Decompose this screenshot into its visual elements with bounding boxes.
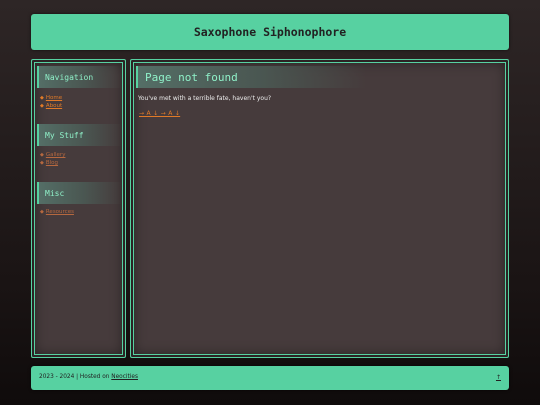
footer-text: 2023 - 2024 | Hosted on Neocities — [39, 374, 138, 380]
diamond-bullet-icon: ◆ — [40, 209, 44, 215]
diamond-bullet-icon: ◆ — [40, 152, 44, 158]
sidebar-item-label: Blog — [45, 160, 59, 166]
sidebar-item-resources[interactable]: ◆ Resources — [40, 209, 74, 215]
diamond-bullet-icon: ◆ — [40, 103, 44, 109]
sidebar-item-label: Home — [45, 95, 63, 101]
footer-copyright: 2023 - 2024 | Hosted on — [39, 374, 112, 380]
sidebar-item-gallery[interactable]: ◆ Gallery — [40, 152, 65, 158]
site-footer: 2023 - 2024 | Hosted on Neocities ↑ — [31, 366, 509, 390]
sidebar-item-about[interactable]: ◆ About — [40, 103, 62, 109]
main-content: Page not found You've met with a terribl… — [130, 59, 509, 358]
home-link[interactable]: → A ↓ → A ↓ — [139, 110, 180, 117]
back-to-top-link[interactable]: ↑ — [496, 374, 501, 381]
sidebar-heading-navigation: Navigation — [37, 66, 122, 88]
sidebar: Navigation ◆ Home ◆ About My Stuff ◆ Gal… — [31, 59, 126, 358]
diamond-bullet-icon: ◆ — [40, 95, 44, 101]
page-title: Page not found — [136, 66, 366, 88]
sidebar-item-label: Resources — [45, 209, 74, 215]
sidebar-item-home[interactable]: ◆ Home — [40, 95, 62, 101]
sidebar-item-label: Gallery — [45, 152, 66, 158]
sidebar-heading-my-stuff: My Stuff — [37, 124, 122, 146]
site-header: Saxophone Siphonophore — [31, 14, 509, 50]
site-title: Saxophone Siphonophore — [193, 25, 347, 39]
sidebar-item-label: About — [45, 103, 63, 109]
sidebar-item-blog[interactable]: ◆ Blog — [40, 160, 58, 166]
diamond-bullet-icon: ◆ — [40, 160, 44, 166]
neocities-link[interactable]: Neocities — [111, 374, 138, 380]
error-message: You've met with a terrible fate, haven't… — [138, 95, 272, 102]
sidebar-heading-misc: Misc — [37, 182, 122, 204]
